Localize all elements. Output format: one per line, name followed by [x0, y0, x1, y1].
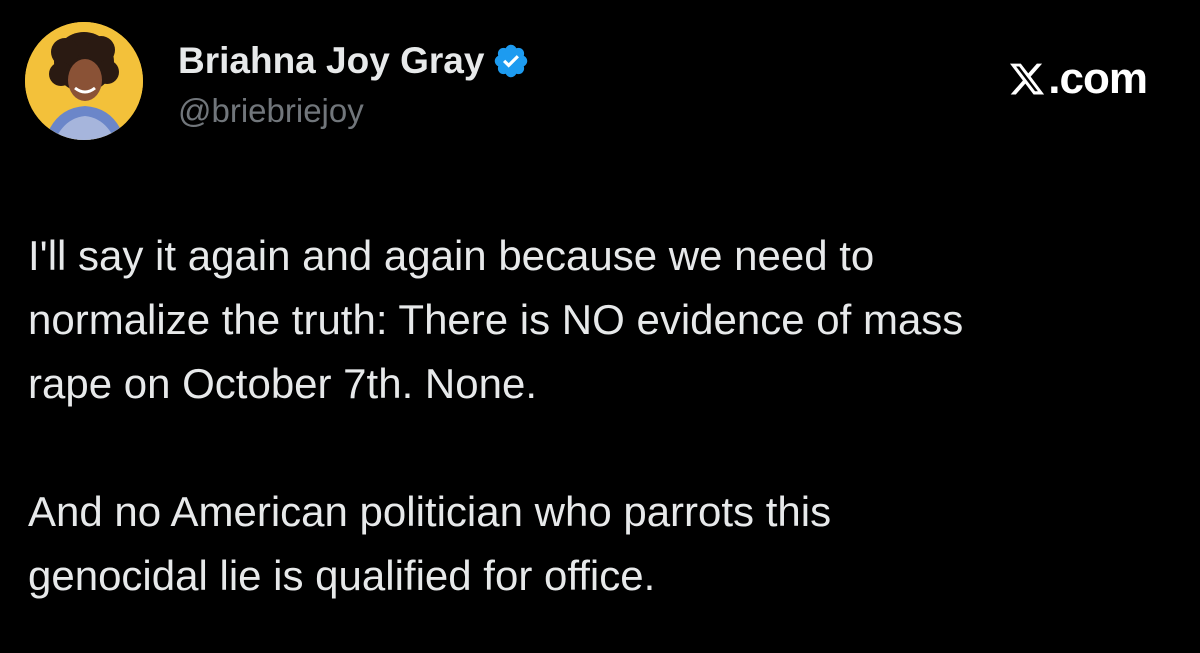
verified-badge-icon: [492, 42, 530, 80]
tweet-paragraph: I'll say it again and again because we n…: [28, 232, 964, 407]
tweet-paragraph: And no American politician who parrots t…: [28, 488, 832, 599]
avatar[interactable]: [25, 22, 143, 140]
author-handle[interactable]: @briebriejoy: [178, 92, 364, 130]
profile-photo: [25, 22, 143, 140]
author-display-name[interactable]: Briahna Joy Gray: [178, 40, 484, 82]
author-name-row: Briahna Joy Gray: [178, 36, 530, 86]
tweet-text: I'll say it again and again because we n…: [28, 224, 1178, 608]
x-com-watermark: .com: [1008, 54, 1148, 104]
x-logo-icon: [1008, 60, 1046, 98]
brand-domain-text: .com: [1048, 54, 1148, 103]
tweet-header: Briahna Joy Gray @briebriejoy .com: [25, 22, 1175, 142]
